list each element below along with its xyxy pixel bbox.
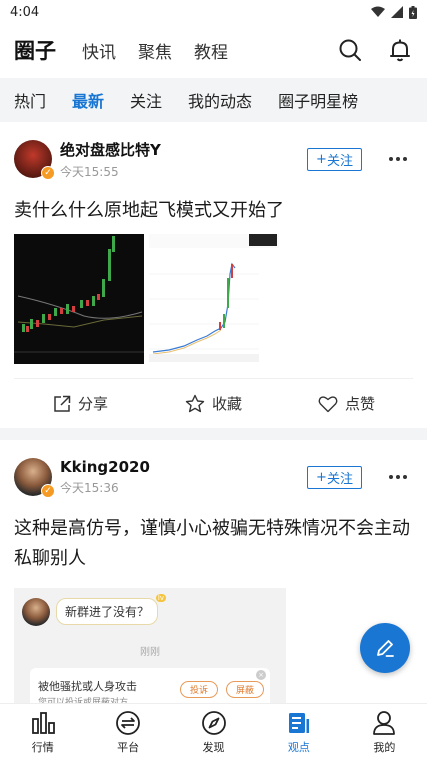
subtab-hot[interactable]: 热门 [14,88,46,112]
report-box: × 被他骚扰或人身攻击 您可以投诉或屏蔽对方 投诉 屏蔽 [30,668,270,703]
search-button[interactable] [337,37,363,63]
post-image-screenshot[interactable]: 新群进了没有？ lv 刚刚 × 被他骚扰或人身攻击 您可以投诉或屏蔽对方 投诉 … [14,588,286,703]
more-dots-icon [389,157,407,161]
article-icon [288,712,309,733]
nav-platform[interactable]: 平台 [85,704,170,759]
author-name[interactable]: Kking2020 [60,458,150,476]
post-time: 今天15:55 [60,164,119,179]
bottom-nav: 行情 平台 发现 观点 我的 [0,703,427,759]
user-icon [373,710,396,735]
more-button[interactable] [385,467,411,487]
follow-button[interactable]: + 关注 [307,466,362,489]
like-label: 点赞 [344,395,375,413]
tab-circle[interactable]: 圈子 [14,35,56,65]
signal-icon [391,6,403,18]
author-name[interactable]: 绝对盘感比特Y [60,139,161,160]
avatar[interactable]: ✓ [14,140,55,180]
exchange-icon [116,710,141,735]
plus-icon: + [316,470,327,485]
compass-icon [201,710,226,735]
battery-icon [409,5,417,19]
subtab-my-activity[interactable]: 我的动态 [188,88,252,112]
avatar[interactable]: ✓ [14,458,55,498]
verified-badge-icon: ✓ [41,166,55,180]
subtab-following[interactable]: 关注 [130,88,162,112]
tab-tutorial[interactable]: 教程 [194,38,228,63]
nav-market[interactable]: 行情 [0,704,85,759]
share-button[interactable]: 分享 [14,393,147,414]
chat-avatar [22,598,50,626]
post-card: ✓ 绝对盘感比特Y 今天15:55 + 关注 卖什么什么原地起飞模式又开始了 分… [0,122,427,428]
report-title: 被他骚扰或人身攻击 [38,680,137,693]
nav-label: 平台 [117,740,140,754]
bar-chart-icon [31,711,55,734]
post-divider [0,428,427,440]
chat-time: 刚刚 [140,647,160,658]
post-card: ✓ Kking2020 今天15:36 + 关注 这种是高仿号，谨慎小心被骗无特殊… [0,440,427,703]
nav-opinion[interactable]: 观点 [256,704,341,759]
share-label: 分享 [77,395,108,413]
post-header: ✓ 绝对盘感比特Y 今天15:55 + 关注 [14,122,413,196]
nav-label: 发现 [202,740,225,754]
bell-icon [390,39,410,62]
system-icons [371,5,417,19]
more-button[interactable] [385,149,411,169]
post-image-chart-light[interactable] [149,234,279,364]
sub-tabs: 热门 最新 关注 我的动态 圈子明星榜 [0,78,427,122]
line-chart-image [149,234,279,362]
follow-button[interactable]: + 关注 [307,148,362,171]
heart-icon [318,395,338,412]
nav-label: 我的 [373,740,396,754]
tab-focus[interactable]: 聚焦 [138,38,172,63]
feed[interactable]: ✓ 绝对盘感比特Y 今天15:55 + 关注 卖什么什么原地起飞模式又开始了 分… [0,122,427,703]
notification-button[interactable] [387,37,413,63]
top-nav: 圈子 快讯 聚焦 教程 [0,24,427,76]
post-time: 今天15:36 [60,481,119,495]
subtab-latest[interactable]: 最新 [72,88,104,112]
like-button[interactable]: 点赞 [280,393,413,414]
collect-label: 收藏 [211,395,242,413]
search-icon [339,39,361,61]
status-time: 4:04 [10,4,40,20]
more-dots-icon [389,475,407,479]
collect-button[interactable]: 收藏 [147,393,280,414]
verified-badge-icon: ✓ [41,484,55,498]
candlestick-chart-image [14,236,144,353]
report-subtitle: 您可以投诉或屏蔽对方 [38,698,129,703]
level-badge: lv [155,594,167,602]
plus-icon: + [316,152,327,167]
status-bar: 4:04 [0,0,427,24]
pencil-icon [377,640,394,657]
tab-flash-news[interactable]: 快讯 [82,38,116,63]
nav-label: 行情 [31,740,54,754]
chat-bubble: 新群进了没有？ lv [56,594,167,625]
nav-mine[interactable]: 我的 [342,704,427,759]
post-text[interactable]: 这种是高仿号，谨慎小心被骗无特殊情况不会主动私聊别人 [14,514,413,582]
post-text[interactable]: 卖什么什么原地起飞模式又开始了 [14,196,413,234]
nav-label: 观点 [287,740,310,754]
close-icon: × [256,670,266,680]
wifi-icon [371,6,385,17]
block-button: 屏蔽 [226,681,264,698]
post-header: ✓ Kking2020 今天15:36 + 关注 [14,440,413,514]
post-images [14,234,413,364]
star-icon [185,394,205,412]
share-icon [54,395,71,412]
nav-discover[interactable]: 发现 [171,704,256,759]
post-actions: 分享 收藏 点赞 [14,378,413,428]
post-image-chart-dark[interactable] [14,234,144,364]
subtab-star-ranking[interactable]: 圈子明星榜 [278,88,358,112]
compose-button[interactable] [360,623,410,673]
complain-button: 投诉 [180,681,218,698]
